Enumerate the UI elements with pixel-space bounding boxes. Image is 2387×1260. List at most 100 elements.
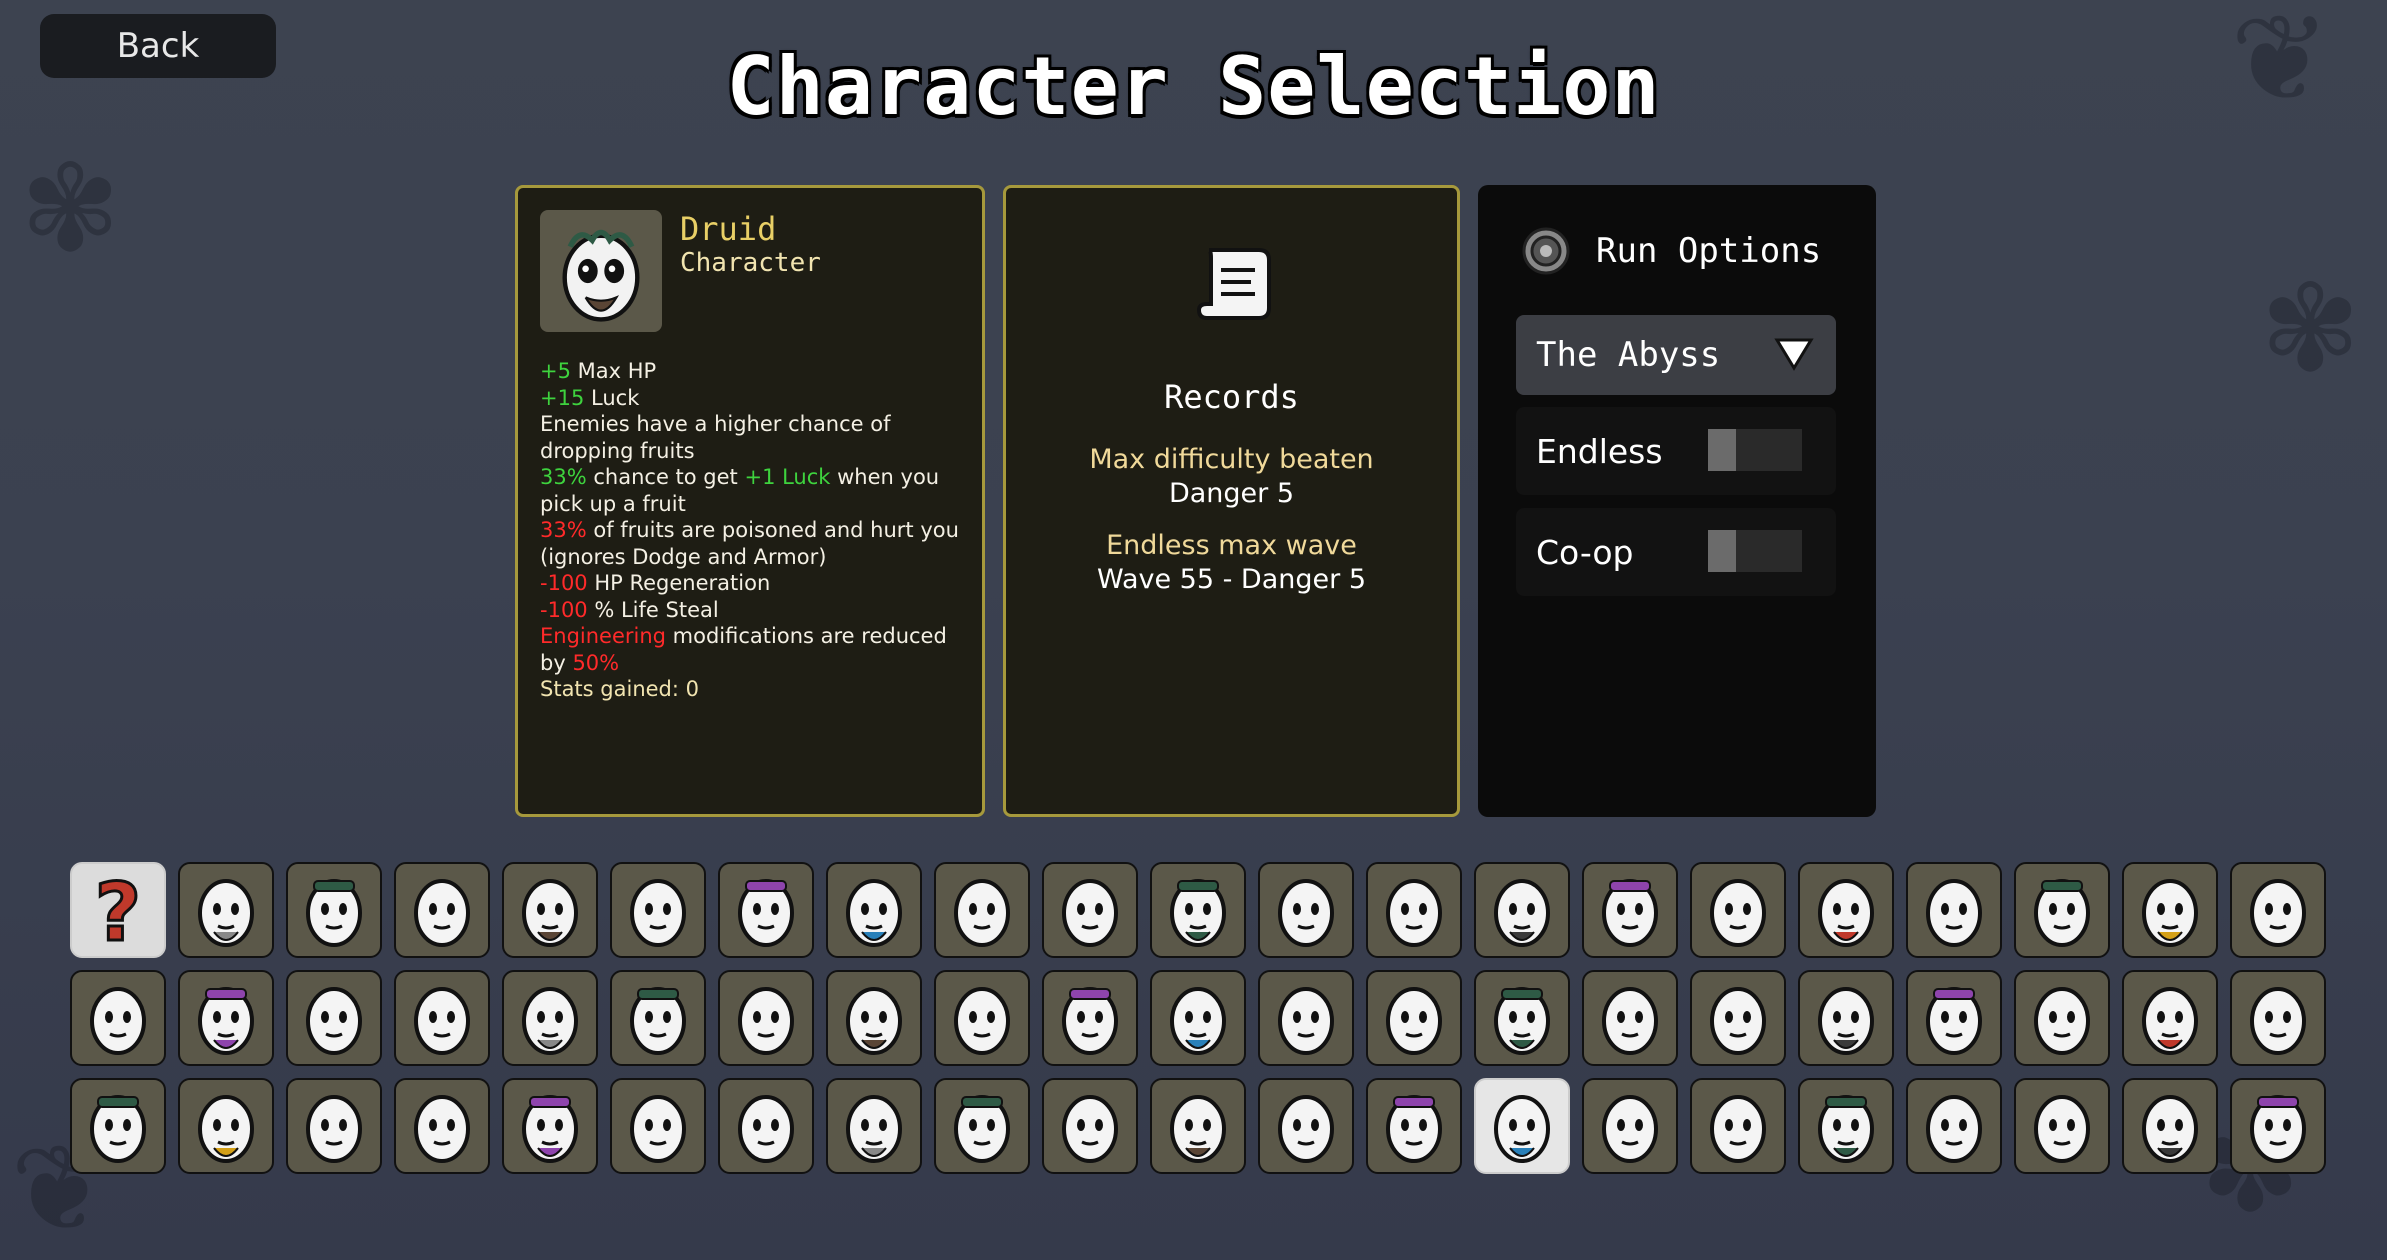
character-face-icon [1602,879,1658,947]
character-slot[interactable] [1798,1078,1894,1174]
character-slot[interactable] [1690,970,1786,1066]
character-slot[interactable] [1366,862,1462,958]
character-slot[interactable] [1258,862,1354,958]
character-slot[interactable] [2122,970,2218,1066]
druid-face-icon [562,229,640,322]
description-segment: of fruits are poisoned and hurt you (ign… [540,518,959,569]
character-slot[interactable] [2014,970,2110,1066]
character-slot[interactable] [394,1078,490,1174]
character-face-icon [1926,987,1982,1055]
character-slot[interactable] [1906,970,2002,1066]
character-slot[interactable] [934,862,1030,958]
character-slot[interactable] [1366,1078,1462,1174]
character-slot[interactable] [718,970,814,1066]
character-slot-selected[interactable] [1474,1078,1570,1174]
character-slot[interactable] [718,1078,814,1174]
character-face-icon [1710,1095,1766,1163]
character-face-icon [738,987,794,1055]
character-slot[interactable] [1474,862,1570,958]
character-slot[interactable] [1582,862,1678,958]
character-slot[interactable] [178,970,274,1066]
character-slot[interactable] [1150,862,1246,958]
character-slot[interactable] [1366,970,1462,1066]
character-face-icon [198,987,254,1055]
character-slot[interactable] [610,862,706,958]
character-slot[interactable] [1042,862,1138,958]
character-portrait [540,210,662,332]
character-face-icon [1602,987,1658,1055]
character-slot[interactable] [1042,1078,1138,1174]
character-slot[interactable] [1474,970,1570,1066]
description-line: +15 Luck [540,385,970,412]
character-slot[interactable] [502,862,598,958]
character-slot[interactable] [1798,970,1894,1066]
character-slot[interactable] [2014,862,2110,958]
character-face-icon [1926,879,1982,947]
character-face-icon [1710,987,1766,1055]
character-slot[interactable] [70,970,166,1066]
character-slot[interactable] [610,1078,706,1174]
character-face-icon [522,1095,578,1163]
character-slot[interactable] [286,970,382,1066]
character-slot[interactable] [502,970,598,1066]
character-slot[interactable] [826,970,922,1066]
character-face-icon [2142,987,2198,1055]
zone-dropdown[interactable]: The Abyss [1516,315,1836,395]
character-slot[interactable] [1690,1078,1786,1174]
character-slot[interactable] [1150,970,1246,1066]
character-face-icon [1386,987,1442,1055]
character-slot[interactable] [1906,1078,2002,1174]
description-segment: 33% [540,518,587,542]
description-segment: +5 [540,359,571,383]
coop-toggle[interactable] [1708,530,1802,572]
character-slot[interactable] [286,862,382,958]
character-slot[interactable] [178,862,274,958]
character-slot[interactable] [1258,970,1354,1066]
character-slot[interactable] [2014,1078,2110,1174]
character-slot[interactable] [1798,862,1894,958]
description-line: Engineering modifications are reduced by… [540,623,970,676]
character-slot[interactable] [2122,1078,2218,1174]
character-slot[interactable] [70,1078,166,1174]
character-slot[interactable] [394,970,490,1066]
character-slot[interactable] [1906,862,2002,958]
character-slot[interactable] [286,1078,382,1174]
character-slot[interactable] [2230,862,2326,958]
random-character-slot[interactable]: ? [70,862,166,958]
max-difficulty-label: Max difficulty beaten [1089,444,1374,475]
character-slot[interactable] [394,862,490,958]
character-slot[interactable] [502,1078,598,1174]
character-slot[interactable] [1042,970,1138,1066]
character-slot[interactable] [610,970,706,1066]
character-face-icon [954,1095,1010,1163]
character-slot[interactable] [1582,970,1678,1066]
character-slot[interactable] [1150,1078,1246,1174]
character-slot[interactable] [934,970,1030,1066]
character-face-icon [1170,987,1226,1055]
character-slot[interactable] [1690,862,1786,958]
character-slot[interactable] [826,1078,922,1174]
endless-max-wave-label: Endless max wave [1106,530,1357,561]
character-type: Character [680,248,821,278]
character-face-icon [738,879,794,947]
character-face-icon [2142,879,2198,947]
character-face-icon [1062,987,1118,1055]
character-slot[interactable] [2122,862,2218,958]
character-face-icon [1386,879,1442,947]
character-slot[interactable] [718,862,814,958]
description-segment: 33% [540,465,587,489]
description-segment: % Life Steal [587,597,719,622]
character-face-icon [1062,1095,1118,1163]
character-face-icon [1278,879,1334,947]
character-slot[interactable] [2230,970,2326,1066]
character-slot[interactable] [826,862,922,958]
character-slot[interactable] [2230,1078,2326,1174]
character-slot[interactable] [1582,1078,1678,1174]
character-slot[interactable] [178,1078,274,1174]
character-face-icon [846,987,902,1055]
character-slot[interactable] [1258,1078,1354,1174]
description-segment: Stats gained: 0 [540,677,699,701]
character-slot[interactable] [934,1078,1030,1174]
character-face-icon [846,1095,902,1163]
endless-toggle[interactable] [1708,429,1802,471]
